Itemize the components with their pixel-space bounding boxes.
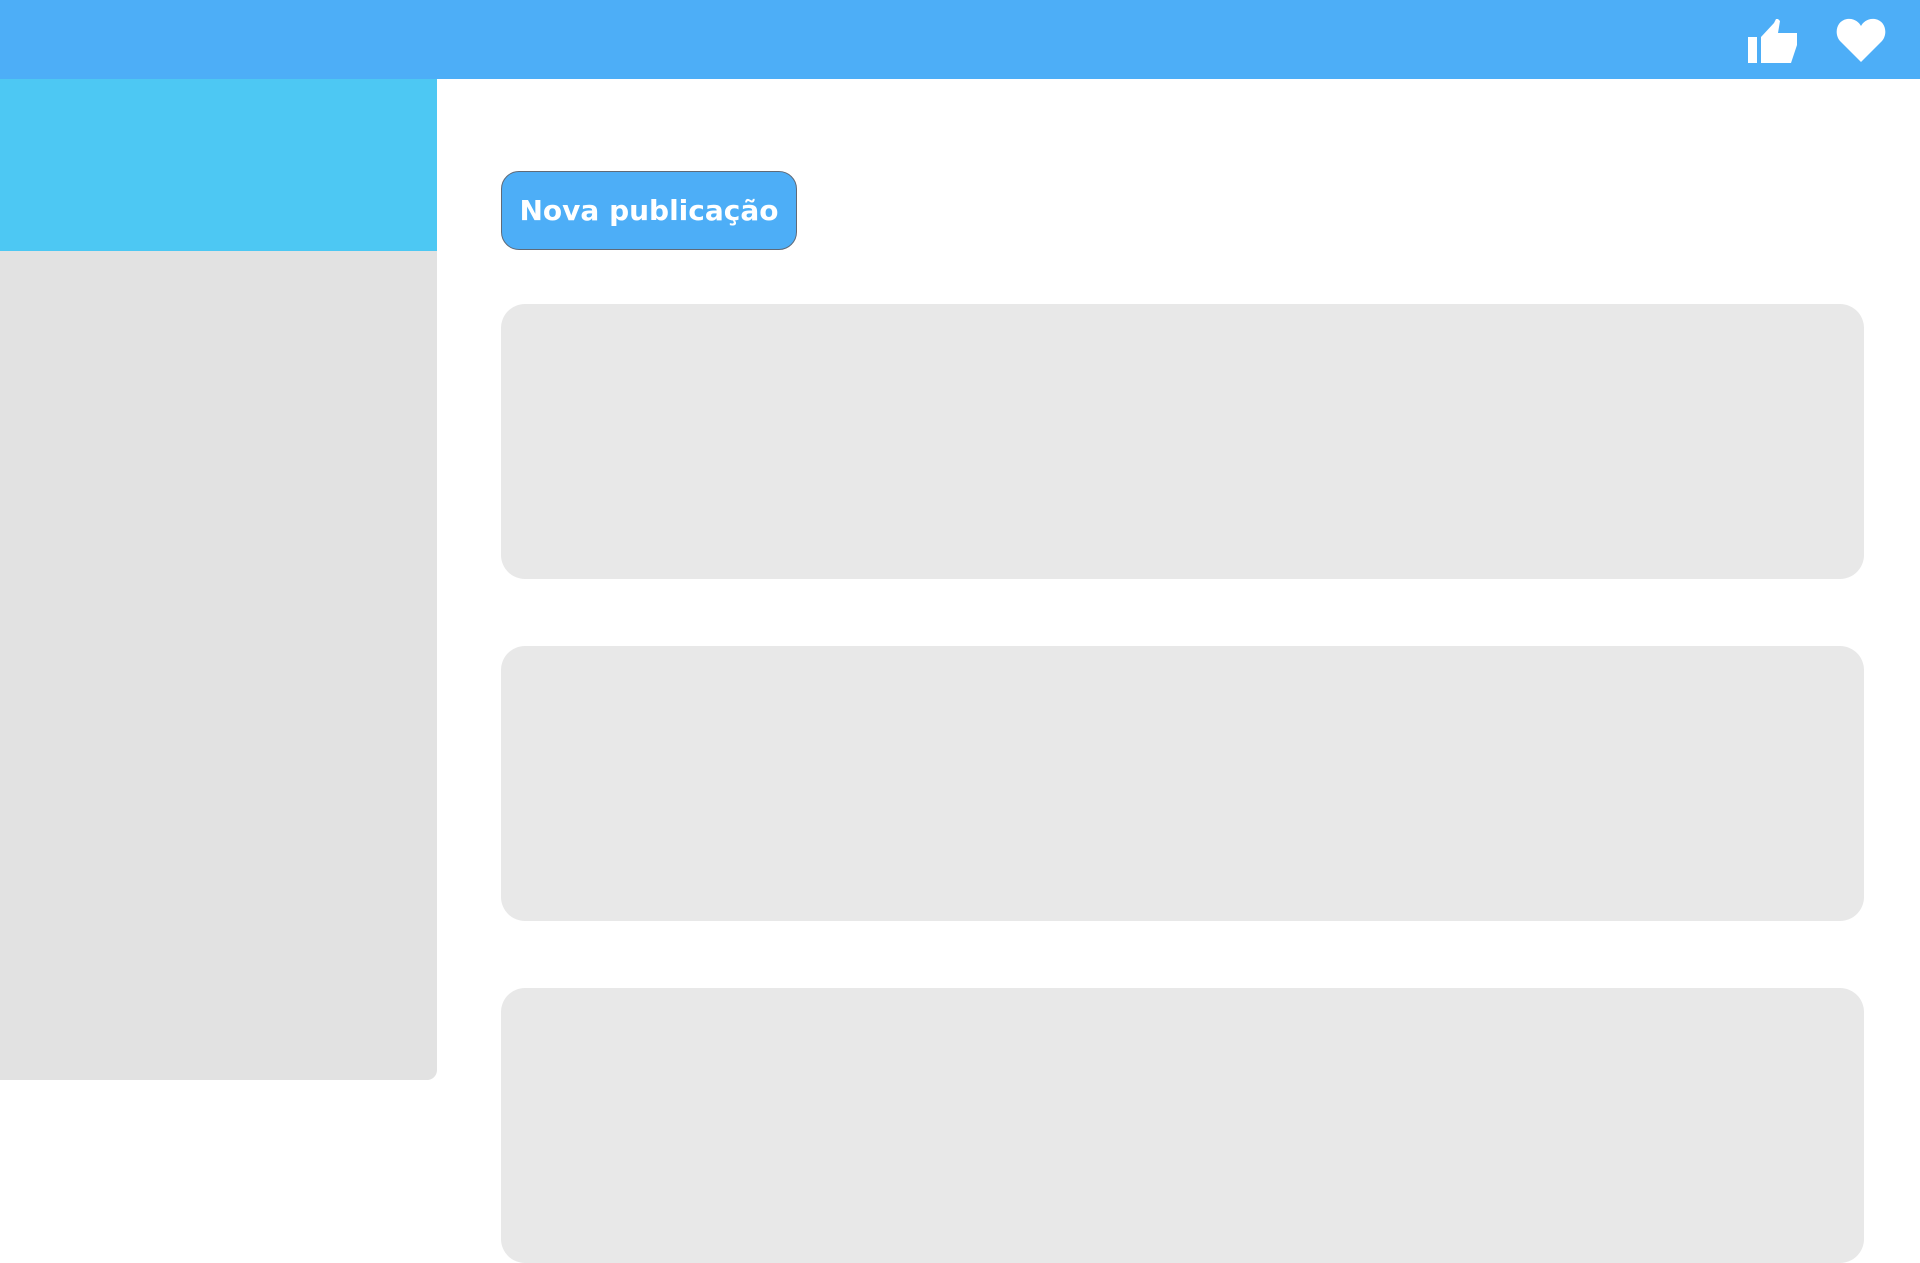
top-bar — [0, 0, 1920, 79]
main-content: Nova publicação — [437, 79, 1920, 1263]
thumbs-up-icon — [1748, 18, 1797, 63]
top-bar-actions — [1744, 0, 1890, 79]
post-card[interactable] — [501, 988, 1864, 1263]
favorite-button[interactable] — [1832, 11, 1890, 69]
like-button[interactable] — [1744, 11, 1802, 69]
post-card[interactable] — [501, 304, 1864, 579]
sidebar — [0, 79, 437, 1080]
heart-icon — [1836, 18, 1886, 62]
new-post-button[interactable]: Nova publicação — [501, 171, 797, 250]
post-card[interactable] — [501, 646, 1864, 921]
sidebar-header — [0, 79, 437, 251]
